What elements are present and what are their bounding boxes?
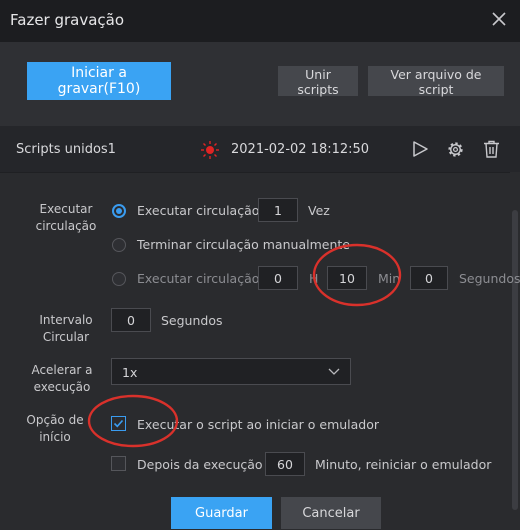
cancel-button[interactable]: Cancelar: [281, 497, 381, 529]
loop-duration-radio[interactable]: [112, 272, 126, 286]
speed-label: Acelerar a execução: [31, 363, 93, 394]
loop-count-unit: Vez: [308, 203, 330, 218]
checkmark-icon: [113, 419, 124, 428]
run-on-start-text: Executar o script ao iniciar o emulador: [137, 417, 380, 432]
execute-loop-label: Executar circulação: [35, 202, 97, 233]
hours-unit: H: [309, 271, 319, 286]
speed-select-value: 1x: [122, 365, 138, 380]
restart-minutes-input[interactable]: 60: [265, 452, 305, 476]
seconds-unit: Segundos: [459, 271, 520, 286]
dialog-title: Fazer gravação: [10, 11, 125, 29]
scrollbar-thumb[interactable]: [512, 210, 518, 510]
restart-after-text: Depois da execução: [137, 457, 263, 472]
loop-count-input[interactable]: 1: [258, 198, 298, 222]
close-icon[interactable]: [488, 8, 510, 30]
manual-stop-radio[interactable]: [112, 238, 126, 252]
scrollbar[interactable]: [510, 172, 520, 530]
merge-scripts-button[interactable]: Unir scripts: [278, 66, 358, 97]
loop-count-text: Executar circulação: [137, 203, 260, 218]
chevron-down-icon: [328, 368, 340, 375]
save-button[interactable]: Guardar: [171, 497, 272, 529]
loop-duration-text: Executar circulação: [137, 271, 260, 286]
duration-hours-input[interactable]: 0: [258, 266, 298, 290]
script-name: Scripts unidos1: [16, 142, 116, 157]
record-dialog: Fazer gravação Iniciar a gravar(F10) Uni…: [0, 0, 520, 530]
script-row[interactable]: Scripts unidos1 2021-02-02 18:12:50: [0, 126, 520, 173]
start-recording-button[interactable]: Iniciar a gravar(F10): [27, 62, 171, 100]
interval-unit: Segundos: [161, 313, 223, 328]
gear-icon[interactable]: [446, 140, 465, 159]
recording-indicator-icon: [201, 141, 219, 159]
script-datetime: 2021-02-02 18:12:50: [231, 142, 370, 157]
interval-label: Intervalo Circular: [39, 313, 93, 344]
duration-minutes-input[interactable]: 10: [327, 266, 367, 290]
minutes-unit: Min: [378, 271, 401, 286]
title-bar: Fazer gravação: [0, 0, 520, 42]
loop-count-radio[interactable]: [112, 204, 126, 218]
duration-seconds-input[interactable]: 0: [410, 266, 448, 290]
interval-input[interactable]: 0: [111, 308, 151, 332]
restart-after-suffix: Minuto, reiniciar o emulador: [315, 457, 492, 472]
speed-select[interactable]: 1x: [111, 358, 351, 385]
restart-after-checkbox[interactable]: [111, 456, 126, 471]
start-options-label: Opção de início: [26, 413, 84, 444]
play-icon[interactable]: [411, 140, 429, 158]
run-on-start-checkbox[interactable]: [111, 416, 126, 431]
view-script-file-button[interactable]: Ver arquivo de script: [368, 66, 504, 97]
trash-icon[interactable]: [483, 140, 500, 158]
manual-stop-text: Terminar circulação manualmente: [137, 237, 350, 252]
